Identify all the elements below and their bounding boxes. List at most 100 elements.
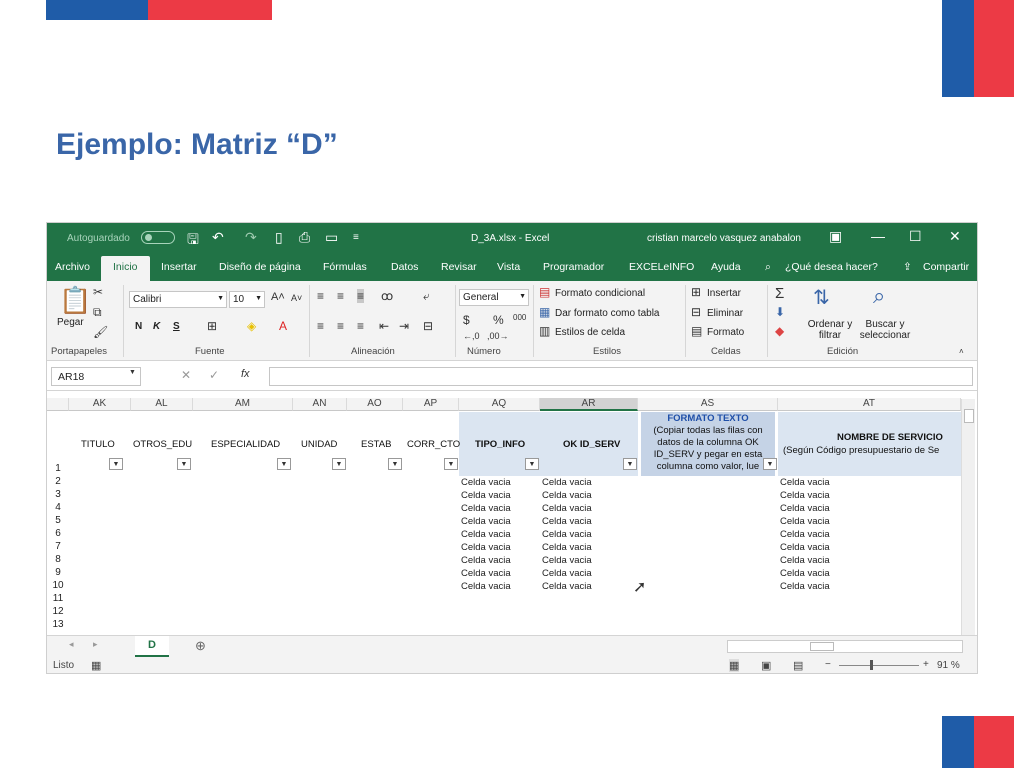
insert-function-icon[interactable]: fx <box>241 368 250 380</box>
column-header-ak[interactable]: AK <box>69 398 131 411</box>
percent-icon[interactable]: % <box>493 313 504 327</box>
font-size-select[interactable]: 10 ▼ <box>229 291 265 308</box>
number-format-select[interactable]: General ▼ <box>459 289 529 306</box>
cell-aq-row-6[interactable]: Celda vacia <box>461 528 511 541</box>
cell-ar-row-4[interactable]: Celda vacia <box>542 502 592 515</box>
paste-icon[interactable]: 📋 <box>59 285 91 316</box>
formula-input[interactable] <box>269 367 973 386</box>
cut-icon[interactable]: ✂ <box>93 285 103 299</box>
row-header-9[interactable]: 9 <box>47 567 69 580</box>
column-header-aq[interactable]: AQ <box>459 398 540 411</box>
filter-button-ar[interactable]: ▼ <box>623 458 637 470</box>
increase-decimal-icon[interactable]: ←,0 <box>463 331 480 341</box>
align-bottom-icon[interactable]: ≡ <box>357 289 365 303</box>
cell-ar-row-7[interactable]: Celda vacia <box>542 541 592 554</box>
tab-formulas[interactable]: Fórmulas <box>323 261 367 273</box>
filter-button-as[interactable]: ▼ <box>763 458 777 470</box>
tab-insertar[interactable]: Insertar <box>161 261 197 273</box>
zoom-slider-thumb[interactable] <box>870 660 873 670</box>
thousands-separator-icon[interactable]: 000 <box>513 313 526 322</box>
header-estab[interactable]: ESTAB <box>361 439 391 450</box>
increase-indent-icon[interactable]: ⇥ <box>399 319 409 333</box>
redo-icon[interactable]: ↷ <box>245 229 257 246</box>
column-header-as[interactable]: AS <box>638 398 778 411</box>
paste-button[interactable]: Pegar <box>57 317 84 328</box>
row-header-11[interactable]: 11 <box>47 593 69 606</box>
cell-ar-row-10[interactable]: Celda vacia <box>542 580 592 593</box>
fill-color-icon[interactable]: ◈ <box>247 319 256 333</box>
header-especialidad[interactable]: ESPECIALIDAD <box>211 439 280 450</box>
new-file-icon[interactable]: ▯ <box>275 229 283 246</box>
merge-center-icon[interactable]: ⊟ <box>423 319 433 333</box>
name-box[interactable]: AR18 <box>51 367 141 386</box>
ribbon-display-icon[interactable]: ▣ <box>829 228 842 245</box>
cell-at-row-8[interactable]: Celda vacia <box>780 554 830 567</box>
maximize-icon[interactable]: ☐ <box>909 228 922 245</box>
column-header-ao[interactable]: AO <box>347 398 403 411</box>
align-top-icon[interactable]: ≡ <box>317 289 324 303</box>
clear-icon[interactable]: ◆ <box>775 324 784 338</box>
font-name-select[interactable]: Calibri ▼ <box>129 291 227 308</box>
filter-button-am[interactable]: ▼ <box>277 458 291 470</box>
confirm-entry-icon[interactable]: ✓ <box>209 368 219 382</box>
font-color-icon[interactable]: A <box>279 319 287 333</box>
sort-filter-button[interactable]: Ordenar y filtrar <box>803 319 857 341</box>
align-left-icon[interactable]: ≡ <box>317 319 324 333</box>
shrink-font-icon[interactable]: A˅ <box>291 293 302 303</box>
row-header-1[interactable]: 1 <box>47 463 69 476</box>
row-header-3[interactable]: 3 <box>47 489 69 502</box>
prev-sheet-icon[interactable]: ◂ <box>69 639 74 650</box>
column-header-am[interactable]: AM <box>193 398 293 411</box>
cell-aq-row-4[interactable]: Celda vacia <box>461 502 511 515</box>
horizontal-scrollbar[interactable] <box>727 640 963 653</box>
tab-inicio[interactable]: Inicio <box>101 256 150 281</box>
grow-font-icon[interactable]: A˄ <box>271 291 285 303</box>
format-painter-icon[interactable]: 🖌 <box>93 325 108 339</box>
delete-cells-button[interactable]: Eliminar <box>707 308 743 319</box>
macro-record-icon[interactable]: ▦ <box>91 659 101 672</box>
cell-ar-row-9[interactable]: Celda vacia <box>542 567 592 580</box>
currency-icon[interactable]: $ <box>463 313 470 327</box>
undo-icon[interactable]: ↶ <box>212 229 224 246</box>
row-header-2[interactable]: 2 <box>47 476 69 489</box>
fill-icon[interactable]: ⬇ <box>775 305 785 319</box>
row-header-8[interactable]: 8 <box>47 554 69 567</box>
zoom-in-icon[interactable]: + <box>923 659 929 670</box>
tab-datos[interactable]: Datos <box>391 261 418 273</box>
format-as-table-button[interactable]: Dar formato como tabla <box>555 308 660 319</box>
align-right-icon[interactable]: ≡ <box>357 319 364 333</box>
row-header-10[interactable]: 10 <box>47 580 69 593</box>
header-formato-texto[interactable]: FORMATO TEXTO <box>641 413 775 424</box>
decrease-indent-icon[interactable]: ⇤ <box>379 319 389 333</box>
minimize-icon[interactable]: — <box>871 228 885 244</box>
zoom-slider[interactable] <box>839 665 919 666</box>
header-corr-cto[interactable]: CORR_CTO <box>407 439 460 450</box>
wrap-text-icon[interactable]: ⤶ <box>423 289 430 304</box>
cell-at-row-2[interactable]: Celda vacia <box>780 476 830 489</box>
decrease-decimal-icon[interactable]: ,00→ <box>487 331 509 341</box>
filter-button-ak[interactable]: ▼ <box>109 458 123 470</box>
orientation-icon[interactable]: ꝏ <box>381 289 393 303</box>
header-nombre-servicio[interactable]: NOMBRE DE SERVICIO <box>837 432 943 443</box>
filter-button-ao[interactable]: ▼ <box>388 458 402 470</box>
vertical-scrollbar[interactable] <box>961 399 975 635</box>
cell-aq-row-5[interactable]: Celda vacia <box>461 515 511 528</box>
bold-button[interactable]: N <box>135 321 142 332</box>
conditional-format-button[interactable]: Formato condicional <box>555 288 645 299</box>
cell-ar-row-2[interactable]: Celda vacia <box>542 476 592 489</box>
normal-view-icon[interactable]: ▦ <box>729 659 740 672</box>
cell-aq-row-3[interactable]: Celda vacia <box>461 489 511 502</box>
row-header-6[interactable]: 6 <box>47 528 69 541</box>
row-header-5[interactable]: 5 <box>47 515 69 528</box>
column-header-an[interactable]: AN <box>293 398 347 411</box>
cell-aq-row-2[interactable]: Celda vacia <box>461 476 511 489</box>
column-header-at[interactable]: AT <box>778 398 961 411</box>
add-sheet-icon[interactable]: ⊕ <box>195 638 206 654</box>
sheet-tab-d[interactable]: D <box>135 636 169 657</box>
header-ok-id-serv[interactable]: OK ID_SERV <box>563 439 620 450</box>
insert-cells-button[interactable]: Insertar <box>707 288 741 299</box>
tab-ayuda[interactable]: Ayuda <box>711 261 741 273</box>
cell-at-row-5[interactable]: Celda vacia <box>780 515 830 528</box>
filter-button-aq[interactable]: ▼ <box>525 458 539 470</box>
header-unidad[interactable]: UNIDAD <box>301 439 337 450</box>
